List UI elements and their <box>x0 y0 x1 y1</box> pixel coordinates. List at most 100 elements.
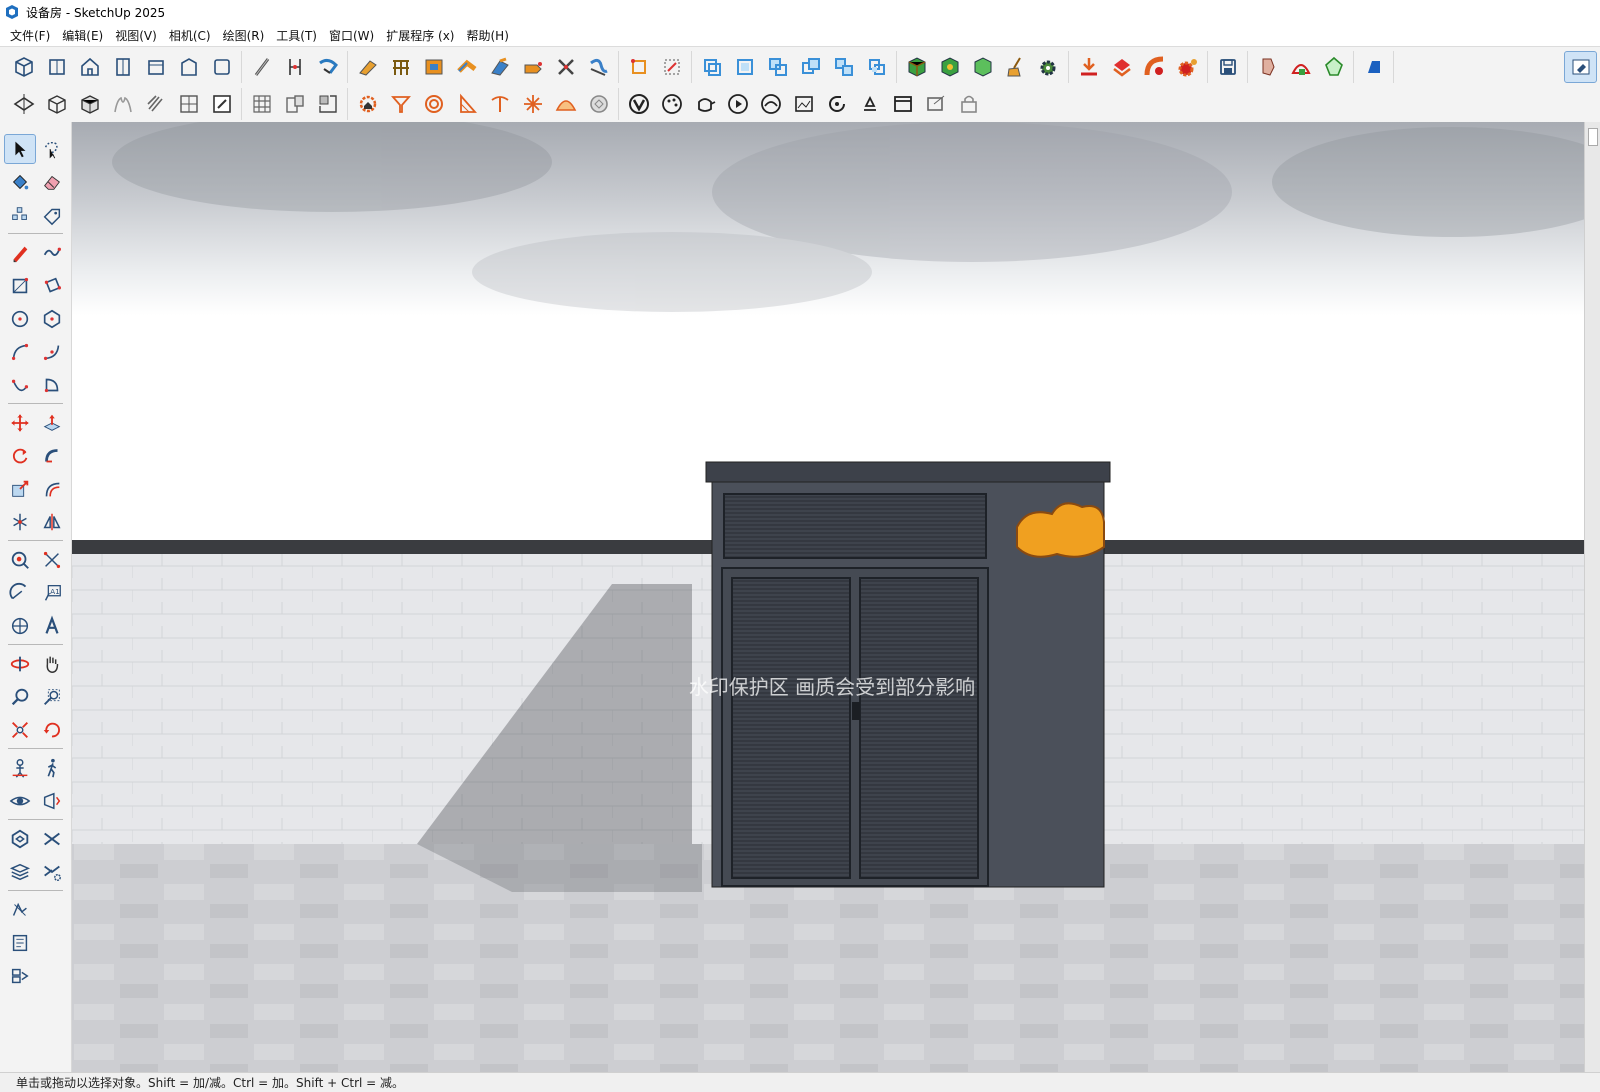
line-tool-button[interactable] <box>4 238 36 268</box>
frame-buffer-button[interactable] <box>787 88 820 120</box>
rotated-rect-button[interactable] <box>36 271 68 301</box>
section-tool-button[interactable] <box>36 786 68 816</box>
box-outline-button[interactable] <box>40 88 73 120</box>
front-view-button[interactable] <box>73 51 106 83</box>
cleanup-button[interactable] <box>999 51 1032 83</box>
follow-me-button[interactable] <box>311 51 344 83</box>
bottom-view-button[interactable] <box>205 51 238 83</box>
left-view-button[interactable] <box>172 51 205 83</box>
paint-bucket-button[interactable] <box>4 167 36 197</box>
polygon-tool-button[interactable] <box>36 304 68 334</box>
follow-me-tool-button[interactable] <box>36 441 68 471</box>
dome-button[interactable] <box>549 88 582 120</box>
walk-tool-button[interactable] <box>36 753 68 783</box>
menu-file[interactable]: 文件(F) <box>4 27 56 44</box>
menu-draw[interactable]: 绘图(R) <box>217 27 271 44</box>
offset-tool-button[interactable] <box>36 474 68 504</box>
pie-tool-button[interactable] <box>36 370 68 400</box>
interactive-button[interactable] <box>820 88 853 120</box>
right-view-button[interactable] <box>106 51 139 83</box>
export-button[interactable] <box>1105 51 1138 83</box>
left-door[interactable] <box>731 577 851 879</box>
eraser-window-button[interactable] <box>1564 50 1597 83</box>
teapot-button[interactable] <box>688 88 721 120</box>
3d-text-button[interactable] <box>36 611 68 641</box>
menu-help[interactable]: 帮助(H) <box>460 27 514 44</box>
menu-window[interactable]: 窗口(W) <box>323 27 380 44</box>
layer-e-button[interactable] <box>827 51 860 83</box>
render-play-button[interactable] <box>721 88 754 120</box>
terrain-button[interactable] <box>106 88 139 120</box>
ring-button[interactable] <box>417 88 450 120</box>
sandbox-smoove-button[interactable] <box>36 824 68 854</box>
flip-tool-button[interactable] <box>4 507 36 537</box>
menu-extensions[interactable]: 扩展程序 (x) <box>380 27 460 44</box>
lasso-tool-button[interactable] <box>36 134 68 164</box>
window-button[interactable] <box>886 88 919 120</box>
tray-collapsed[interactable] <box>1584 122 1600 1072</box>
split-tool-button[interactable] <box>549 51 582 83</box>
arc-tool-button[interactable] <box>4 337 36 367</box>
section-plane-button[interactable] <box>7 88 40 120</box>
axes-tool-button[interactable] <box>4 611 36 641</box>
protractor-button[interactable] <box>4 578 36 608</box>
select-tool-button[interactable] <box>4 133 36 164</box>
menu-edit[interactable]: 编辑(E) <box>56 27 109 44</box>
menu-tools[interactable]: 工具(T) <box>270 27 323 44</box>
text-tool-button[interactable]: A1 <box>36 578 68 608</box>
light-button[interactable] <box>853 88 886 120</box>
warehouse-button[interactable] <box>4 895 36 925</box>
move-tool-button[interactable] <box>4 408 36 438</box>
component-tool-button[interactable] <box>4 200 36 230</box>
round-corner-button[interactable] <box>1138 51 1171 83</box>
scale-tool-button[interactable] <box>4 474 36 504</box>
lock-button[interactable] <box>952 88 985 120</box>
spark-button[interactable] <box>516 88 549 120</box>
render-region-button[interactable] <box>754 88 787 120</box>
box-solid-button[interactable] <box>73 88 106 120</box>
pipe-tool-button[interactable] <box>450 51 483 83</box>
two-point-arc-button[interactable] <box>36 337 68 367</box>
save-button[interactable] <box>1211 51 1244 83</box>
component-light-button[interactable] <box>966 51 999 83</box>
tape-measure-button[interactable] <box>4 545 36 575</box>
three-point-arc-button[interactable] <box>4 370 36 400</box>
home-gear-button[interactable] <box>351 88 384 120</box>
rotate-tool-button[interactable] <box>4 441 36 471</box>
grid-tool-button[interactable] <box>384 51 417 83</box>
tag-tool-button[interactable] <box>36 200 68 230</box>
settings-gear-button[interactable] <box>1032 51 1065 83</box>
menu-camera[interactable]: 相机(C) <box>163 27 217 44</box>
crystal-button[interactable] <box>1317 51 1350 83</box>
layer-b-button[interactable] <box>728 51 761 83</box>
layer-d-button[interactable] <box>794 51 827 83</box>
eraser-button[interactable] <box>36 167 68 197</box>
menu-view[interactable]: 视图(V) <box>109 27 163 44</box>
export-frame-button[interactable] <box>919 88 952 120</box>
hidden-line-button[interactable] <box>205 88 238 120</box>
grid-b-button[interactable] <box>278 88 311 120</box>
v-logo-button[interactable] <box>622 88 655 120</box>
blue-shape-button[interactable] <box>1357 51 1390 83</box>
zoom-extents-button[interactable] <box>4 715 36 745</box>
texture-button[interactable] <box>1251 51 1284 83</box>
pole-button[interactable] <box>483 88 516 120</box>
freehand-tool-button[interactable] <box>36 238 68 268</box>
previous-view-button[interactable] <box>36 715 68 745</box>
top-view-button[interactable] <box>40 51 73 83</box>
triangle-button[interactable] <box>450 88 483 120</box>
component-green-button[interactable] <box>900 51 933 83</box>
dimension-tool-button[interactable] <box>278 51 311 83</box>
layer-c-button[interactable] <box>761 51 794 83</box>
orbit-tool-button[interactable] <box>4 649 36 679</box>
palette-button[interactable] <box>655 88 688 120</box>
sphere-grey-button[interactable] <box>582 88 615 120</box>
position-texture-button[interactable] <box>36 507 68 537</box>
wireframe-button[interactable] <box>172 88 205 120</box>
circle-tool-button[interactable] <box>4 304 36 334</box>
tray-tab[interactable] <box>1588 128 1598 146</box>
grid-a-button[interactable] <box>245 88 278 120</box>
pencil-ruler-button[interactable] <box>245 51 278 83</box>
cone-tool-button[interactable] <box>1284 51 1317 83</box>
frame-tool-button[interactable] <box>417 51 450 83</box>
